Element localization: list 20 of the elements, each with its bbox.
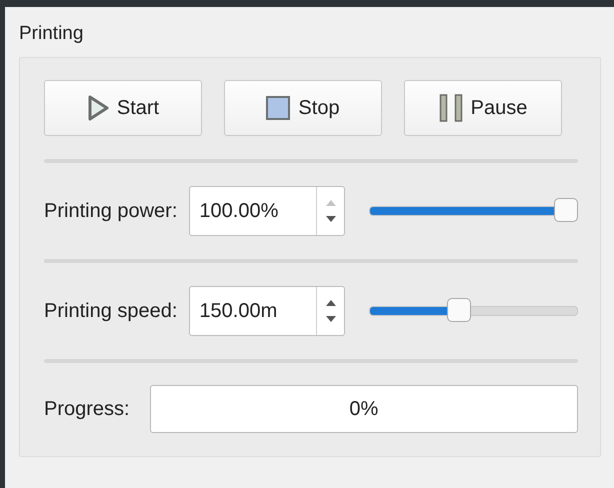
start-button[interactable]: Start [44,80,202,136]
up-arrow-icon[interactable] [324,298,338,308]
spin-box[interactable]: 150.00m [189,286,346,336]
down-arrow-icon[interactable] [324,214,338,224]
slider-thumb[interactable] [554,198,578,222]
slider[interactable] [369,298,578,324]
down-arrow-icon[interactable] [324,314,338,324]
progress-bar: 0% [150,385,578,433]
setting-label: Printing power: [44,200,178,222]
group-title: Printing [19,23,84,45]
pause-button[interactable]: Pause [404,80,562,136]
play-icon [86,95,109,121]
slider[interactable] [369,198,578,224]
setting-label: Printing speed: [44,300,178,322]
stop-icon [266,96,290,120]
pause-icon [438,94,463,122]
progress-label: Progress: [44,398,130,420]
spin-box[interactable]: 100.00% [189,186,346,236]
stop-button[interactable]: Stop [224,80,382,136]
slider-thumb[interactable] [446,298,471,322]
